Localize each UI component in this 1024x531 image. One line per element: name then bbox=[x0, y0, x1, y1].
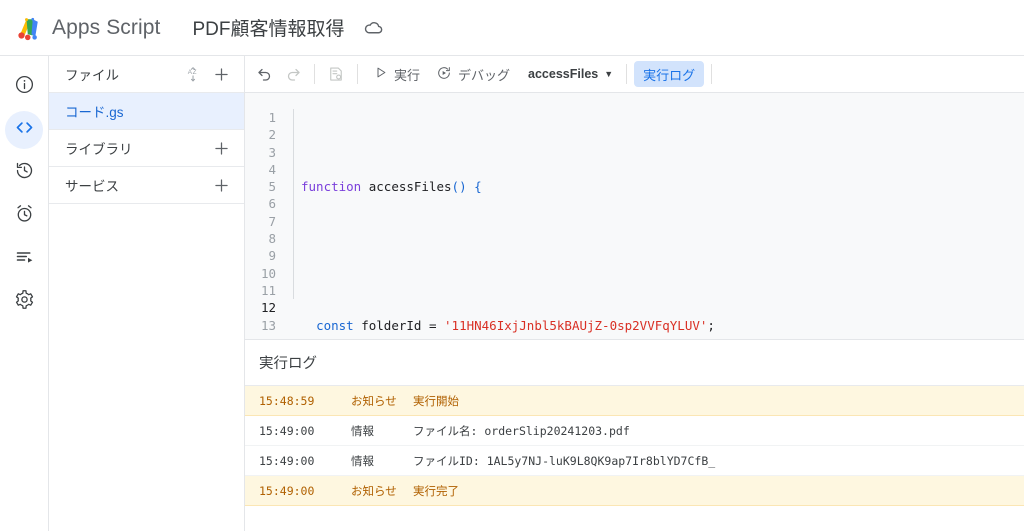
line-number: 8 bbox=[268, 231, 276, 247]
log-level: お知らせ bbox=[351, 393, 397, 408]
rail-item-versions[interactable] bbox=[5, 154, 43, 192]
toolbar-divider-3 bbox=[626, 64, 628, 84]
debug-button[interactable]: デバッグ bbox=[428, 61, 518, 87]
log-message: 実行完了 bbox=[413, 483, 459, 498]
line-number: 10 bbox=[260, 265, 276, 281]
log-level: お知らせ bbox=[351, 483, 397, 498]
save-project-icon[interactable] bbox=[322, 60, 350, 88]
file-panel-empty-area bbox=[49, 204, 244, 531]
log-row[interactable]: 15:49:00 情報 ファイル名: orderSlip20241203.pdf bbox=[245, 416, 1024, 446]
line-number: 3 bbox=[268, 144, 276, 160]
line-number-gutter: 1 2 3 4 5 6 7 8 9 10 11 12 13 bbox=[245, 93, 285, 339]
function-select-value: accessFiles bbox=[528, 67, 599, 81]
line-number: 9 bbox=[268, 248, 276, 264]
add-service-button[interactable] bbox=[210, 174, 232, 196]
redo-icon[interactable] bbox=[279, 60, 307, 88]
file-item-label: コード.gs bbox=[65, 105, 124, 120]
code-line-1: function accessFiles() { bbox=[301, 179, 482, 195]
toolbar-divider-2 bbox=[357, 64, 358, 84]
app-header: Apps Script PDF顧客情報取得 bbox=[0, 0, 1024, 55]
run-button[interactable]: 実行 bbox=[365, 61, 428, 87]
line-number: 6 bbox=[268, 196, 276, 212]
run-label: 実行 bbox=[394, 67, 421, 83]
rail-item-settings[interactable] bbox=[5, 283, 43, 321]
rail-item-editor[interactable] bbox=[5, 111, 43, 149]
log-row[interactable]: 15:49:00 お知らせ 実行完了 bbox=[245, 476, 1024, 506]
gear-icon bbox=[14, 289, 35, 315]
log-message: 実行開始 bbox=[413, 393, 459, 408]
cloud-saved-icon bbox=[363, 17, 385, 39]
history-icon bbox=[14, 160, 35, 186]
toolbar-divider-4 bbox=[711, 64, 713, 84]
rail-item-overview[interactable] bbox=[5, 68, 43, 106]
svg-text:Z: Z bbox=[192, 68, 196, 75]
files-section-label: ファイル bbox=[65, 68, 119, 83]
undo-icon[interactable] bbox=[251, 60, 279, 88]
services-label: サービス bbox=[65, 179, 119, 194]
token-const-keyword: const bbox=[316, 317, 354, 333]
code-line-3: const folderId = '11HN46IxjJnbl5kBAUjZ-0… bbox=[316, 317, 715, 333]
line-number: 13 bbox=[260, 317, 276, 333]
function-select[interactable]: accessFiles ▼ bbox=[518, 61, 619, 87]
main-column: 実行 デバッグ accessFiles ▼ 実行ログ 1 2 3 4 5 6 7… bbox=[245, 56, 1024, 531]
debug-icon bbox=[436, 65, 452, 84]
app-body: ファイル A Z コード.gs ライブラリ サービス 実行 デバッグ acces… bbox=[0, 55, 1024, 531]
alarm-icon bbox=[14, 203, 35, 229]
log-message: ファイル名: orderSlip20241203.pdf bbox=[413, 423, 630, 438]
apps-script-logo bbox=[14, 13, 44, 43]
log-time: 15:49:00 bbox=[259, 483, 315, 498]
log-time: 15:49:00 bbox=[259, 453, 315, 468]
libraries-section-header[interactable]: ライブラリ bbox=[49, 130, 244, 167]
log-level: 情報 bbox=[351, 453, 374, 468]
info-icon bbox=[14, 74, 35, 100]
debug-label: デバッグ bbox=[458, 67, 511, 83]
log-time: 15:49:00 bbox=[259, 423, 315, 438]
code-editor[interactable]: 1 2 3 4 5 6 7 8 9 10 11 12 13 function a… bbox=[245, 93, 1024, 339]
add-file-button[interactable] bbox=[210, 63, 232, 85]
line-number: 7 bbox=[268, 213, 276, 229]
execution-log-title: 実行ログ bbox=[245, 340, 1024, 386]
token-function-name: accessFiles bbox=[368, 179, 452, 195]
log-time: 15:48:59 bbox=[259, 393, 315, 408]
file-panel: ファイル A Z コード.gs ライブラリ サービス bbox=[49, 56, 245, 531]
line-number: 4 bbox=[268, 161, 276, 177]
executions-icon bbox=[14, 246, 35, 272]
log-message: ファイルID: 1AL5y7NJ-luK9L8QK9ap7Ir8blYD7CfB… bbox=[413, 453, 716, 468]
execution-log-button[interactable]: 実行ログ bbox=[634, 61, 705, 87]
rail-item-triggers[interactable] bbox=[5, 197, 43, 235]
project-title[interactable]: PDF顧客情報取得 bbox=[192, 14, 344, 41]
line-number: 2 bbox=[268, 127, 276, 143]
token-folder-id-string: '11HN46IxjJnbl5kBAUjZ-0sp2VVFqYLUV' bbox=[444, 317, 708, 333]
execution-log-rows: 15:48:59 お知らせ 実行開始 15:49:00 情報 ファイル名: or… bbox=[245, 386, 1024, 531]
services-section-header[interactable]: サービス bbox=[49, 167, 244, 204]
toolbar-divider-1 bbox=[314, 64, 315, 84]
brand-name[interactable]: Apps Script bbox=[52, 16, 160, 40]
play-icon bbox=[373, 65, 388, 83]
token-function-keyword: function bbox=[301, 179, 362, 195]
indent-guide bbox=[293, 109, 294, 299]
code-content[interactable]: function accessFiles() { const folderId … bbox=[285, 93, 1024, 339]
add-library-button[interactable] bbox=[210, 137, 232, 159]
line-number-current: 12 bbox=[260, 300, 276, 316]
libraries-label: ライブラリ bbox=[65, 142, 133, 157]
sort-az-icon[interactable]: A Z bbox=[184, 63, 206, 85]
files-section-header[interactable]: ファイル A Z bbox=[49, 56, 244, 93]
execution-log-panel: 実行ログ 15:48:59 お知らせ 実行開始 15:49:00 情報 ファイル… bbox=[245, 339, 1024, 531]
log-level: 情報 bbox=[351, 423, 374, 438]
line-number: 5 bbox=[268, 179, 276, 195]
chevron-down-icon: ▼ bbox=[604, 68, 614, 79]
rail-item-executions[interactable] bbox=[5, 240, 43, 278]
code-icon bbox=[14, 117, 35, 143]
editor-toolbar: 実行 デバッグ accessFiles ▼ 実行ログ bbox=[245, 56, 1024, 93]
left-rail bbox=[0, 56, 49, 531]
execution-log-label: 実行ログ bbox=[643, 67, 696, 83]
log-row[interactable]: 15:48:59 お知らせ 実行開始 bbox=[245, 386, 1024, 416]
line-number: 11 bbox=[260, 282, 276, 298]
svg-text:A: A bbox=[187, 68, 192, 75]
file-item-code-gs[interactable]: コード.gs bbox=[49, 93, 244, 130]
line-number: 1 bbox=[268, 110, 276, 125]
log-row[interactable]: 15:49:00 情報 ファイルID: 1AL5y7NJ-luK9L8QK9ap… bbox=[245, 446, 1024, 476]
